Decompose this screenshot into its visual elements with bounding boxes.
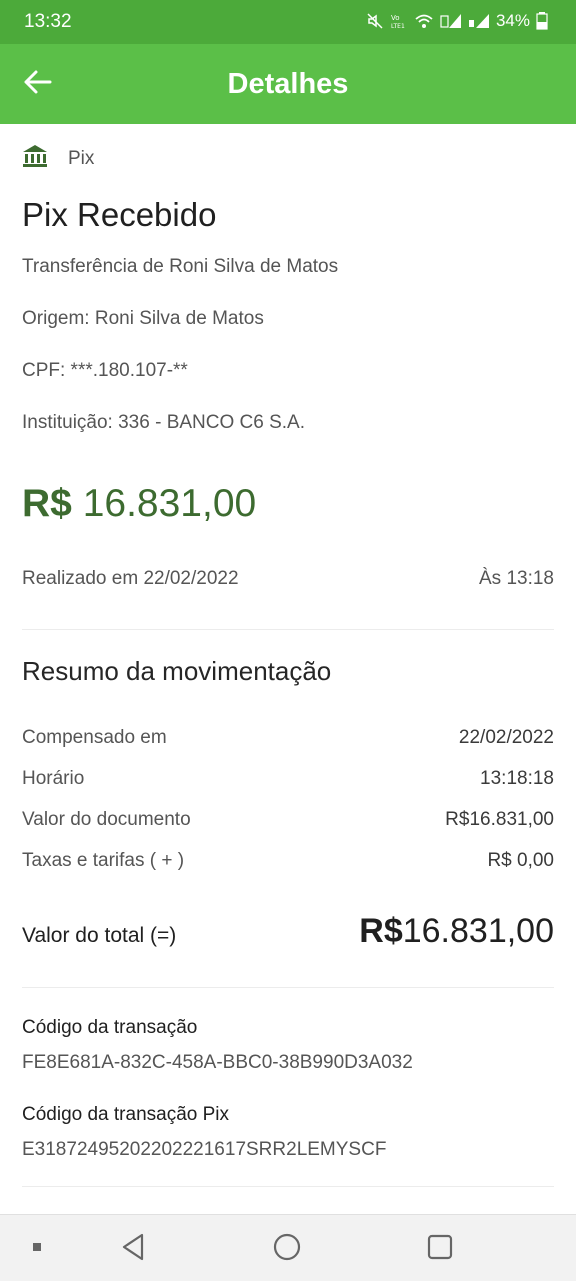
institution-text: Instituição: 336 - BANCO C6 S.A. xyxy=(22,412,306,433)
time-text: Às 13:18 xyxy=(479,568,554,589)
volte-icon: Vo LTE1 xyxy=(390,12,408,30)
wifi-icon xyxy=(414,12,434,30)
transaction-code-label: Código da transação xyxy=(22,1017,198,1038)
summary-row: Horário 13:18:18 xyxy=(22,768,554,790)
summary-row: Taxas e tarifas ( + ) R$ 0,00 xyxy=(22,850,554,872)
summary-row: Valor do documento R$16.831,00 xyxy=(22,809,554,831)
nav-back-button[interactable] xyxy=(116,1229,152,1265)
svg-text:Vo: Vo xyxy=(391,14,400,22)
origin-text: Origem: Roni Silva de Matos xyxy=(22,308,264,329)
summary-label: Valor do documento xyxy=(22,809,191,830)
total-label: Valor do total (=) xyxy=(22,924,177,947)
bank-icon xyxy=(22,144,48,173)
transaction-code-value: FE8E681A-832C-458A-BBC0-38B990D3A032 xyxy=(22,1052,413,1073)
summary-label: Taxas e tarifas ( + ) xyxy=(22,850,185,871)
nav-home-button[interactable] xyxy=(269,1229,305,1265)
status-bar: 13:32 Vo LTE1 34% xyxy=(0,0,576,44)
svg-text:LTE1: LTE1 xyxy=(391,23,405,30)
pix-code-value: E31872495202202221617SRR2LEMYSCF xyxy=(22,1139,387,1160)
pix-code-label: Código da transação Pix xyxy=(22,1104,230,1125)
divider xyxy=(22,987,554,988)
overview-square-icon xyxy=(422,1234,458,1269)
divider xyxy=(22,629,554,630)
cpf-text: CPF: ***.180.107-** xyxy=(22,360,188,381)
signal-icon xyxy=(468,12,490,30)
category-label: Pix xyxy=(68,147,95,169)
recent-dot-icon xyxy=(20,1243,56,1269)
summary-title: Resumo da movimentação xyxy=(22,656,332,686)
divider xyxy=(22,1186,554,1187)
home-circle-icon xyxy=(269,1233,305,1269)
date-row: Realizado em 22/02/2022 Às 13:18 xyxy=(22,568,554,590)
total-amount: 16.831,00 xyxy=(402,912,554,950)
status-icons: Vo LTE1 34% xyxy=(366,11,548,31)
date-text: Realizado em 22/02/2022 xyxy=(22,568,239,589)
category-row: Pix xyxy=(22,144,94,173)
summary-label: Horário xyxy=(22,768,85,789)
total-currency: R$ xyxy=(359,912,403,950)
app-bar: Detalhes xyxy=(0,44,576,124)
total-value: R$16.831,00 xyxy=(359,912,554,951)
total-row: Valor do total (=) R$16.831,00 xyxy=(22,912,554,951)
page-header-title: Detalhes xyxy=(227,68,349,100)
recent-dot-button[interactable] xyxy=(20,1229,56,1265)
summary-value: R$ 0,00 xyxy=(487,850,554,871)
transaction-title: Pix Recebido xyxy=(22,196,217,233)
summary-row: Compensado em 22/02/2022 xyxy=(22,727,554,749)
battery-percent: 34% xyxy=(495,11,530,30)
status-time: 13:32 xyxy=(24,11,72,32)
back-triangle-icon xyxy=(116,1233,152,1269)
battery-icon xyxy=(536,12,548,30)
summary-value: 22/02/2022 xyxy=(458,727,554,748)
summary-label: Compensado em xyxy=(22,727,167,748)
amount: R$ 16.831,00 xyxy=(22,482,256,526)
nav-overview-button[interactable] xyxy=(422,1229,458,1265)
mute-icon xyxy=(366,12,384,30)
summary-value: R$16.831,00 xyxy=(445,809,554,830)
transaction-description: Transferência de Roni Silva de Matos xyxy=(22,256,339,277)
system-nav-bar xyxy=(0,1214,576,1281)
summary-value: 13:18:18 xyxy=(480,768,554,789)
amount-currency: R$ xyxy=(22,482,72,525)
signal-icon xyxy=(440,12,462,30)
amount-value: 16.831,00 xyxy=(82,482,257,525)
